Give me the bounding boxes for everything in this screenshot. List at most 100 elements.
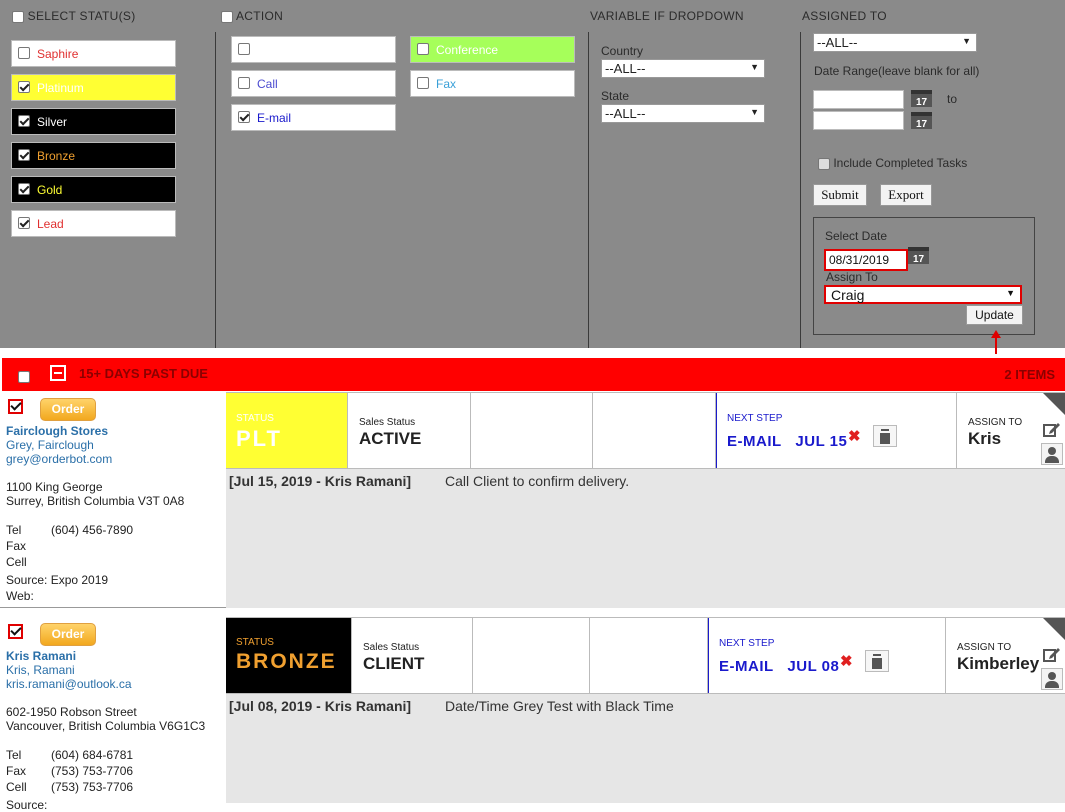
action-option[interactable] xyxy=(231,36,396,63)
status-option[interactable]: Gold xyxy=(11,176,176,203)
include-completed-checkbox[interactable] xyxy=(818,157,830,170)
status-checkbox[interactable] xyxy=(18,149,30,161)
action-checkbox[interactable] xyxy=(417,43,429,55)
date-from-input[interactable] xyxy=(813,90,904,109)
assign-value: Kris xyxy=(968,429,1002,448)
status-checkbox[interactable] xyxy=(18,81,30,93)
submit-button[interactable]: Submit xyxy=(813,184,867,206)
sales-status-cell: Sales Status CLIENT xyxy=(352,618,473,693)
status-option[interactable]: Silver xyxy=(11,108,176,135)
empty-cell xyxy=(473,618,590,693)
calendar-icon[interactable]: 17 xyxy=(908,247,929,265)
update-box: Select Date 08/31/2019 17 Assign To Crai… xyxy=(813,217,1035,335)
web-text: Web: xyxy=(6,589,34,603)
tel-label: Tel xyxy=(6,523,22,537)
action-checkbox[interactable] xyxy=(417,77,429,89)
calendar-icon[interactable]: 17 xyxy=(911,112,932,130)
status-option[interactable]: Lead xyxy=(11,210,176,237)
contact-name[interactable]: Grey, Fairclough xyxy=(6,438,94,452)
status-label: Gold xyxy=(37,183,63,197)
trash-icon[interactable] xyxy=(865,650,889,672)
record-checkbox[interactable] xyxy=(8,624,23,639)
next-step-value[interactable]: E-MAIL JUL 08 xyxy=(719,658,839,675)
fax-label: Fax xyxy=(6,764,27,778)
user-icon[interactable] xyxy=(1041,668,1063,690)
action-select-all-checkbox[interactable] xyxy=(221,10,233,23)
export-button[interactable]: Export xyxy=(880,184,932,206)
action-option[interactable]: Fax xyxy=(410,70,575,97)
edit-icon[interactable] xyxy=(1043,646,1061,662)
status-label: Bronze xyxy=(37,149,76,163)
order-button[interactable]: Order xyxy=(40,398,96,421)
status-value: BRONZE xyxy=(236,650,337,673)
action-option[interactable]: E-mail xyxy=(231,104,396,131)
status-cell: STATUS PLT xyxy=(226,393,348,468)
assign-cell: ASSIGN TO Kris xyxy=(957,393,1065,468)
record-summary-grid: STATUS BRONZE Sales Status CLIENT NEXT STEP E… xyxy=(226,617,1065,694)
status-checkbox[interactable] xyxy=(18,115,30,127)
status-label: Lead xyxy=(37,217,64,231)
assign-to-select[interactable]: Craig ▼ xyxy=(824,285,1022,304)
next-step-label: NEXT STEP xyxy=(727,413,783,424)
status-checkbox[interactable] xyxy=(18,217,30,229)
record-checkbox[interactable] xyxy=(8,399,23,414)
address-line: Vancouver, British Columbia V6G1C3 xyxy=(6,719,206,733)
state-select[interactable]: --ALL-- ▼ xyxy=(601,104,765,123)
select-date-input[interactable]: 08/31/2019 xyxy=(824,249,908,271)
cell-label: Cell xyxy=(6,780,27,794)
close-icon[interactable]: ✖ xyxy=(840,652,853,670)
order-button[interactable]: Order xyxy=(40,623,96,646)
calendar-icon[interactable]: 17 xyxy=(911,90,932,108)
status-header: SELECT STATU(S) xyxy=(12,9,136,23)
contact-name[interactable]: Kris, Ramani xyxy=(6,663,75,677)
corner-flag-icon xyxy=(1043,618,1065,640)
empty-cell xyxy=(590,618,708,693)
email-link[interactable]: kris.ramani@outlook.ca xyxy=(6,677,132,691)
group-select-checkbox[interactable] xyxy=(18,370,30,383)
note-date: [Jul 08, 2019 - Kris Ramani] xyxy=(229,698,412,714)
email-link[interactable]: grey@orderbot.com xyxy=(6,452,112,466)
divider xyxy=(215,32,216,348)
country-select[interactable]: --ALL-- ▼ xyxy=(601,59,765,78)
action-checkbox[interactable] xyxy=(238,111,250,123)
user-icon[interactable] xyxy=(1041,443,1063,465)
date-to-input[interactable] xyxy=(813,111,904,130)
assign-label: ASSIGN TO xyxy=(957,642,1012,653)
assigned-header: ASSIGNED TO xyxy=(802,9,887,23)
trash-icon[interactable] xyxy=(873,425,897,447)
next-step-value[interactable]: E-MAIL JUL 15 xyxy=(727,433,847,450)
status-checkbox[interactable] xyxy=(18,47,30,59)
source-text: Source: xyxy=(6,798,48,812)
action-option[interactable]: Conference xyxy=(410,36,575,63)
next-step-cell: NEXT STEP E-MAIL JUL 08 ✖ xyxy=(708,618,946,693)
notes-area: [Jul 15, 2019 - Kris Ramani] Call Client … xyxy=(226,469,1065,608)
action-checkbox[interactable] xyxy=(238,43,250,55)
close-icon[interactable]: ✖ xyxy=(848,427,861,445)
update-button[interactable]: Update xyxy=(966,305,1023,325)
notes-area: [Jul 08, 2019 - Kris Ramani] Date/Time Gr… xyxy=(226,694,1065,803)
empty-cell xyxy=(471,393,593,468)
tel-label: Tel xyxy=(6,748,22,762)
collapse-icon[interactable] xyxy=(50,365,66,381)
action-checkbox[interactable] xyxy=(238,77,250,89)
next-step-label: NEXT STEP xyxy=(719,638,775,649)
assigned-select[interactable]: --ALL-- ▼ xyxy=(813,33,977,52)
status-option[interactable]: Bronze xyxy=(11,142,176,169)
assign-to-label: Assign To xyxy=(826,270,878,284)
company-name[interactable]: Fairclough Stores xyxy=(6,424,108,438)
edit-icon[interactable] xyxy=(1043,421,1061,437)
record-card: Order Fairclough Stores Grey, Fairclough gr… xyxy=(0,392,1065,608)
fax-value: (753) 753-7706 xyxy=(51,764,134,778)
assign-value: Kimberley xyxy=(957,654,1040,673)
assign-label: ASSIGN TO xyxy=(968,417,1023,428)
status-label: STATUS xyxy=(236,637,274,648)
status-cell: STATUS BRONZE xyxy=(226,618,352,693)
status-select-all-checkbox[interactable] xyxy=(12,10,24,23)
action-option[interactable]: Call xyxy=(231,70,396,97)
source-text: Source: Expo 2019 xyxy=(6,573,109,587)
company-name[interactable]: Kris Ramani xyxy=(6,649,76,663)
status-option[interactable]: Platinum xyxy=(11,74,176,101)
status-checkbox[interactable] xyxy=(18,183,30,195)
sales-status-label: Sales Status xyxy=(359,417,416,428)
status-option[interactable]: Saphire xyxy=(11,40,176,67)
